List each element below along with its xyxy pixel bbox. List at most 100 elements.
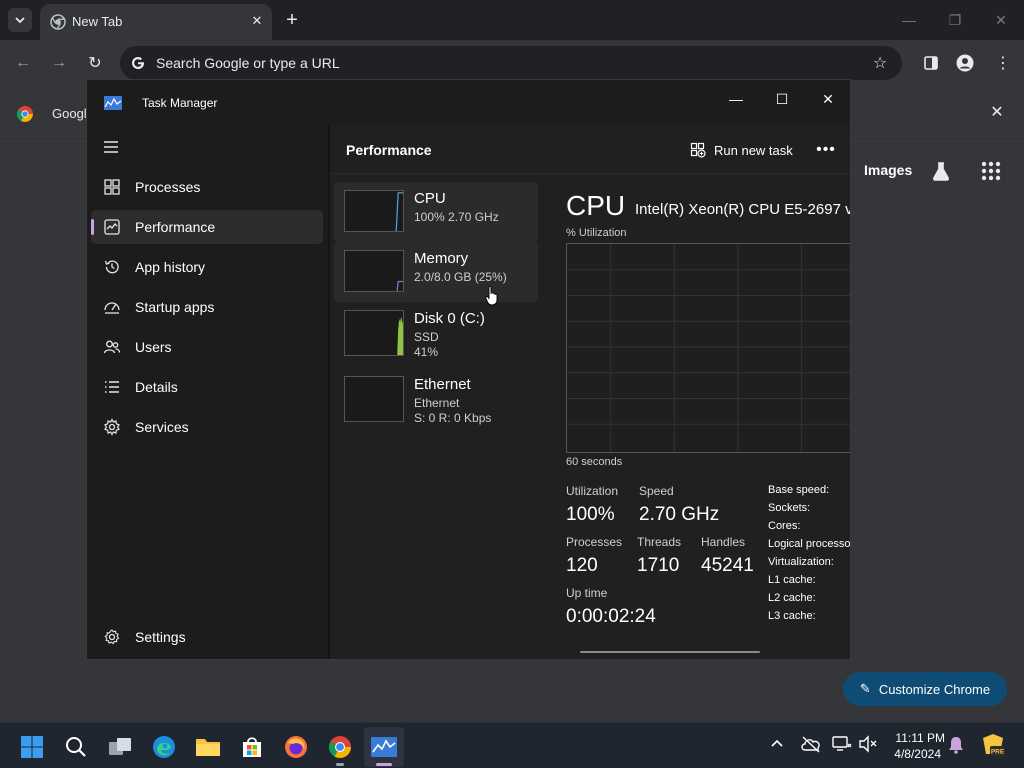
hand-cursor-icon — [485, 285, 498, 306]
restore-icon[interactable]: ❐ — [940, 8, 970, 32]
customize-label: Customize Chrome — [878, 681, 991, 697]
labs-flask-icon[interactable] — [930, 160, 952, 182]
taskbar-file-explorer[interactable] — [188, 727, 228, 767]
utilization-value: 100% — [566, 504, 615, 525]
task-view-icon — [109, 738, 131, 755]
resource-detail: 100% 2.70 GHz — [414, 210, 499, 224]
resource-disk[interactable]: Disk 0 (C:) SSD 41% — [334, 302, 538, 362]
tm-close-icon[interactable]: ✕ — [805, 84, 850, 114]
task-view-button[interactable] — [100, 727, 140, 767]
resource-ethernet[interactable]: Ethernet Ethernet S: 0 R: 0 Kbps — [334, 368, 538, 428]
time-axis-label: 60 seconds — [566, 456, 623, 468]
copilot-pre-icon[interactable]: PRE — [980, 732, 1006, 758]
virtualization-label: Virtualization: — [768, 556, 834, 568]
onedrive-offline-icon[interactable] — [800, 735, 822, 757]
handles-value: 45241 — [701, 555, 754, 576]
threads-label: Threads — [637, 535, 682, 549]
taskbar-firefox[interactable] — [276, 727, 316, 767]
omnibox-placeholder: Search Google or type a URL — [156, 55, 340, 71]
taskbar-chrome[interactable] — [320, 727, 360, 767]
taskbar-task-manager[interactable] — [364, 727, 404, 767]
tray-overflow-chevron-icon[interactable] — [770, 737, 788, 755]
resource-cpu[interactable]: CPU 100% 2.70 GHz — [334, 182, 538, 242]
forward-arrow-icon[interactable]: → — [46, 50, 72, 76]
images-link[interactable]: Images — [864, 162, 912, 178]
nav-item-details[interactable]: Details — [91, 370, 323, 404]
more-options-icon[interactable]: ••• — [814, 138, 838, 162]
omnibox[interactable]: Search Google or type a URL ☆ — [120, 46, 902, 80]
utilization-label: Utilization — [566, 484, 619, 498]
bookmark-star-icon[interactable]: ☆ — [870, 53, 890, 73]
nav-item-processes[interactable]: Processes — [91, 170, 323, 204]
speed-value: 2.70 GHz — [639, 504, 720, 525]
cpu-title: CPU — [566, 190, 626, 221]
cpu-model: Intel(R) Xeon(R) CPU E5-2697 v — [635, 201, 851, 218]
nav-item-services[interactable]: Services — [91, 410, 323, 444]
clock-date[interactable]: 4/8/2024 — [885, 747, 941, 761]
search-icon — [66, 737, 86, 757]
network-icon[interactable] — [832, 735, 854, 757]
resource-detail-2: 41% — [414, 345, 439, 359]
resource-name: Memory — [414, 250, 469, 267]
chrome-logo-icon — [16, 106, 33, 122]
tab-search-button[interactable] — [8, 8, 32, 32]
bookmark-google[interactable]: Googl — [16, 104, 88, 124]
tab-new-tab[interactable]: New Tab ✕ — [40, 4, 272, 40]
notification-bell-icon[interactable] — [948, 736, 966, 756]
speed-label: Speed — [639, 484, 674, 498]
resource-detail: Ethernet — [414, 396, 460, 410]
tm-minimize-icon[interactable]: — — [713, 84, 759, 114]
search-button[interactable] — [56, 727, 96, 767]
pencil-icon: ✎ — [859, 681, 871, 696]
l2-cache-label: L2 cache: — [768, 592, 816, 604]
processes-label: Processes — [566, 535, 623, 549]
disk-thumbnail-graph — [344, 310, 404, 356]
tm-maximize-icon[interactable]: ☐ — [759, 84, 805, 114]
new-tab-button[interactable]: + — [280, 8, 304, 32]
clock-time[interactable]: 11:11 PM — [885, 731, 945, 745]
performance-icon — [104, 219, 120, 235]
close-bar-icon[interactable]: ✕ — [986, 102, 1008, 124]
nav-label: Startup apps — [135, 299, 215, 315]
nav-item-performance[interactable]: Performance — [91, 210, 323, 244]
task-manager-nav: Processes Performance App history Startu… — [87, 124, 328, 659]
chrome-running-indicator — [336, 763, 344, 766]
tab-title: New Tab — [72, 14, 123, 29]
nav-label: Users — [135, 339, 172, 355]
cores-label: Cores: — [768, 520, 801, 532]
resource-detail-2: S: 0 R: 0 Kbps — [414, 411, 492, 425]
nav-item-settings[interactable]: Settings — [91, 620, 323, 654]
nav-label: Details — [135, 379, 178, 395]
threads-value: 1710 — [637, 555, 680, 576]
menu-dots-icon[interactable]: ⋮ — [990, 50, 1016, 76]
users-icon — [103, 340, 121, 354]
nav-item-app-history[interactable]: App history — [91, 250, 323, 284]
resource-memory[interactable]: Memory 2.0/8.0 GB (25%) — [334, 242, 538, 302]
hamburger-menu-icon[interactable] — [103, 140, 121, 158]
minimize-icon[interactable]: — — [894, 8, 924, 32]
chrome-icon — [329, 736, 351, 758]
side-panel-icon[interactable] — [918, 50, 944, 76]
close-tab-icon[interactable]: ✕ — [248, 12, 266, 30]
run-new-task-button[interactable]: Run new task — [690, 138, 793, 162]
nav-item-startup-apps[interactable]: Startup apps — [91, 290, 323, 324]
reload-icon[interactable]: ↻ — [82, 50, 108, 76]
utilization-axis-label: % Utilization — [566, 227, 627, 239]
customize-chrome-button[interactable]: ✎ Customize Chrome — [843, 672, 1007, 706]
edge-icon — [153, 736, 175, 758]
volume-muted-icon[interactable] — [858, 735, 880, 757]
uptime-label: Up time — [566, 586, 608, 600]
profile-icon[interactable] — [952, 50, 978, 76]
svg-text:PRE: PRE — [991, 749, 1005, 756]
taskbar-edge[interactable] — [144, 727, 184, 767]
apps-grid-icon[interactable] — [980, 160, 1002, 182]
performance-header: Performance Run new task ••• — [330, 124, 850, 174]
back-arrow-icon[interactable]: ← — [10, 50, 36, 76]
nav-label: Processes — [135, 179, 201, 195]
close-window-icon[interactable]: ✕ — [986, 8, 1016, 32]
taskbar-store[interactable] — [232, 727, 272, 767]
nav-item-users[interactable]: Users — [91, 330, 323, 364]
start-button[interactable] — [12, 727, 52, 767]
run-task-icon — [690, 142, 706, 158]
horizontal-scrollbar[interactable] — [580, 651, 760, 653]
